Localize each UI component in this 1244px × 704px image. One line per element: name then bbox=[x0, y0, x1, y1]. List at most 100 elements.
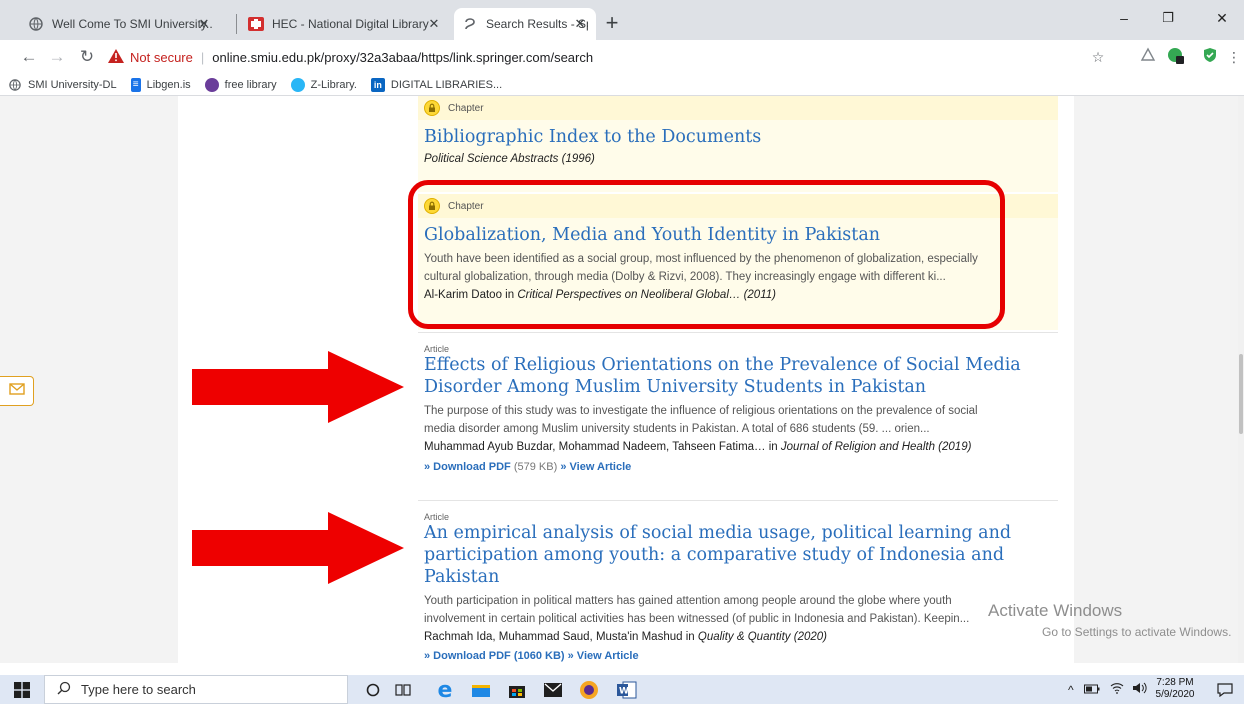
chevron-up-icon[interactable]: ^ bbox=[1068, 683, 1074, 697]
file-size: (579 KB) bbox=[513, 461, 558, 473]
library-icon bbox=[204, 77, 219, 92]
springer-icon bbox=[462, 16, 478, 32]
back-button[interactable]: ← bbox=[18, 46, 40, 68]
bookmark-label: DIGITAL LIBRARIES... bbox=[390, 78, 503, 91]
result-title-line: Pakistan bbox=[424, 567, 500, 587]
windows-logo-icon bbox=[14, 681, 30, 698]
bookmark-digital-libraries[interactable]: in DIGITAL LIBRARIES... bbox=[370, 77, 503, 92]
tab-springer[interactable]: Search Results - Springer ✕ bbox=[454, 8, 596, 40]
bookmark-zlibrary[interactable]: Z-Library. bbox=[290, 77, 357, 92]
result-links-partial[interactable]: » Download PDF (1060 KB) » View Article bbox=[424, 647, 1052, 663]
clock-time: 7:28 PM bbox=[1156, 677, 1194, 688]
content-type-label: Article bbox=[424, 344, 450, 354]
result-source[interactable]: Quality & Quantity (2020) bbox=[698, 631, 827, 643]
windows-taskbar: Type here to search e W ^ 7:28 PM 5/9/20… bbox=[0, 675, 1244, 704]
page-viewport: Chapter Bibliographic Index to the Docum… bbox=[0, 96, 1244, 663]
view-article-link[interactable]: » View Article bbox=[560, 461, 631, 473]
result-title-line: Disorder Among Muslim University Student… bbox=[424, 377, 927, 397]
bookmark-libgen[interactable]: ≡ Libgen.is bbox=[130, 77, 191, 92]
system-clock[interactable]: 7:28 PM 5/9/2020 bbox=[1152, 677, 1198, 701]
tab-title: Well Come To SMI University... bbox=[52, 17, 212, 31]
address-bar[interactable]: Not secure | online.smiu.edu.pk/proxy/32… bbox=[108, 44, 1108, 70]
divider: | bbox=[200, 49, 205, 65]
tab-hec-library[interactable]: HEC - National Digital Library - P ✕ bbox=[240, 8, 450, 40]
activation-watermark-title: Activate Windows bbox=[988, 601, 1123, 620]
mail-feedback-tab[interactable] bbox=[0, 376, 34, 406]
result-snippet-line: media disorder among Muslim university s… bbox=[424, 423, 930, 435]
bookmark-free-library[interactable]: free library bbox=[204, 77, 277, 92]
result-authors: Rachmah Ida, Muhammad Saud, Musta'in Mas… bbox=[424, 631, 698, 643]
content-type-label: Chapter bbox=[448, 102, 484, 114]
close-tab-icon[interactable]: ✕ bbox=[572, 16, 588, 32]
result-title-line: participation among youth: a comparative… bbox=[424, 545, 1005, 565]
libgen-icon: ≡ bbox=[130, 77, 141, 92]
reload-button[interactable]: ↻ bbox=[76, 46, 98, 68]
bookmark-label: Z-Library. bbox=[310, 78, 357, 91]
mail-app-icon[interactable] bbox=[542, 679, 564, 701]
menu-icon[interactable]: ⋮ bbox=[1224, 47, 1244, 67]
bookmark-smi[interactable]: SMI University-DL bbox=[8, 78, 117, 92]
result-title-link[interactable]: An empirical analysis of social media us… bbox=[424, 522, 1052, 588]
result-source[interactable]: Journal of Religion and Health (2019) bbox=[781, 441, 972, 453]
edge-icon[interactable]: e bbox=[434, 678, 456, 703]
system-tray: ^ bbox=[1068, 675, 1148, 704]
red-arrow-icon bbox=[192, 351, 404, 423]
content-type-bar: Chapter bbox=[418, 96, 1058, 120]
warning-icon bbox=[108, 48, 124, 66]
result-divider bbox=[418, 332, 1058, 333]
close-tab-icon[interactable]: ✕ bbox=[196, 16, 212, 32]
scrollbar-thumb[interactable] bbox=[1239, 354, 1243, 434]
globe-icon bbox=[28, 16, 44, 32]
restore-button[interactable]: ❐ bbox=[1146, 0, 1190, 36]
result-title-link[interactable]: Bibliographic Index to the Documents bbox=[424, 126, 1052, 148]
speaker-icon[interactable] bbox=[1132, 682, 1148, 697]
close-window-button[interactable]: ✕ bbox=[1200, 0, 1244, 36]
minimize-button[interactable]: – bbox=[1102, 0, 1146, 36]
bookmark-label: Libgen.is bbox=[146, 78, 191, 91]
download-pdf-link[interactable]: » Download PDF bbox=[424, 461, 511, 473]
word-icon[interactable]: W bbox=[616, 679, 638, 701]
cortana-icon[interactable] bbox=[362, 679, 384, 701]
extension-badge-icon[interactable] bbox=[1166, 47, 1186, 67]
tab-title: HEC - National Digital Library - P bbox=[272, 17, 432, 31]
file-explorer-icon[interactable] bbox=[470, 679, 492, 701]
zlibrary-icon bbox=[290, 77, 305, 92]
tab-separator bbox=[236, 14, 237, 34]
task-view-icon[interactable] bbox=[392, 679, 414, 701]
result-source[interactable]: Political Science Abstracts (1996) bbox=[424, 153, 595, 165]
content-type-label: Article bbox=[424, 512, 450, 522]
browser-app-icon[interactable] bbox=[578, 679, 600, 701]
bookmark-label: free library bbox=[224, 78, 277, 91]
result-item: Article Effects of Religious Orientation… bbox=[418, 344, 1058, 492]
shield-icon[interactable] bbox=[1200, 47, 1220, 67]
close-tab-icon[interactable]: ✕ bbox=[426, 16, 442, 32]
bookmark-label: SMI University-DL bbox=[28, 78, 117, 91]
highlight-box bbox=[408, 180, 1005, 329]
browser-toolbar: ← → ↻ Not secure | online.smiu.edu.pk/pr… bbox=[0, 40, 1244, 74]
action-center-icon[interactable] bbox=[1214, 679, 1236, 701]
result-title-link[interactable]: Effects of Religious Orientations on the… bbox=[424, 354, 1052, 398]
wifi-icon[interactable] bbox=[1110, 682, 1124, 697]
not-secure-label[interactable]: Not secure bbox=[130, 50, 193, 65]
battery-icon[interactable] bbox=[1083, 683, 1100, 697]
taskbar-search-box[interactable]: Type here to search bbox=[44, 675, 348, 704]
result-title-line: Effects of Religious Orientations on the… bbox=[424, 355, 1021, 375]
clock-date: 5/9/2020 bbox=[1155, 689, 1195, 700]
store-icon[interactable] bbox=[506, 679, 528, 701]
hec-logo-icon bbox=[248, 16, 264, 32]
result-snippet-line: Youth participation in political matters… bbox=[424, 595, 952, 607]
result-snippet-line: The purpose of this study was to investi… bbox=[424, 405, 978, 417]
result-divider bbox=[418, 500, 1058, 501]
lock-icon bbox=[424, 100, 440, 116]
search-icon bbox=[57, 681, 71, 698]
svg-text:W: W bbox=[619, 687, 629, 697]
forward-button[interactable]: → bbox=[46, 46, 68, 68]
tab-smi-university[interactable]: Well Come To SMI University... ✕ bbox=[20, 8, 220, 40]
globe-icon bbox=[8, 78, 22, 92]
start-button[interactable] bbox=[0, 675, 44, 704]
extension-icon[interactable] bbox=[1138, 47, 1158, 67]
activation-watermark-subtitle: Go to Settings to activate Windows. bbox=[1042, 625, 1232, 639]
bookmark-star-icon[interactable]: ☆ bbox=[1088, 47, 1108, 67]
url-text[interactable]: online.smiu.edu.pk/proxy/32a3abaa/https/… bbox=[212, 50, 593, 65]
new-tab-button[interactable]: + bbox=[598, 10, 626, 38]
